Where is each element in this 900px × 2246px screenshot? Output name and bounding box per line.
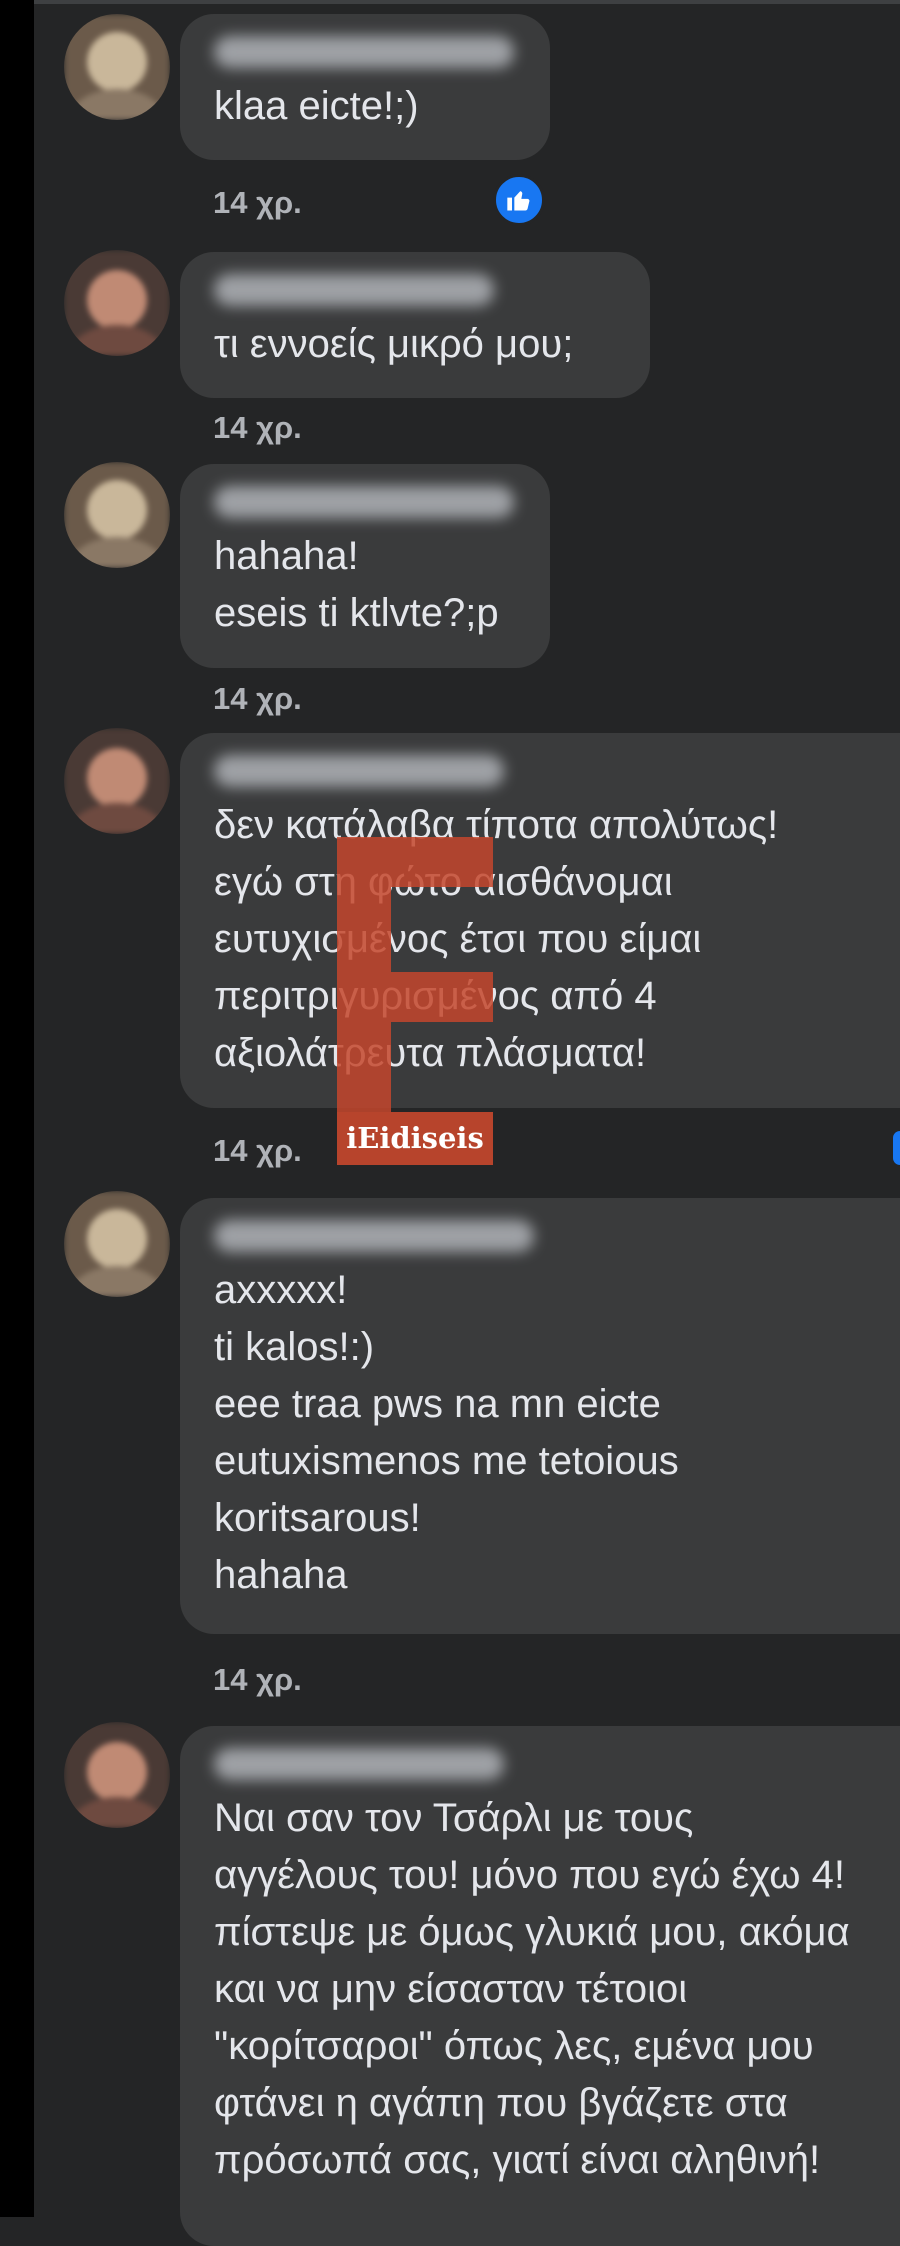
left-edge-strip	[0, 0, 34, 2217]
comment-text-line: αξιολάτρευτα πλάσματα!	[214, 1031, 647, 1075]
author-name-redacted[interactable]	[214, 36, 514, 68]
watermark-logo: iEidiseis	[337, 837, 493, 1165]
comment-timestamp[interactable]: 14 χρ.	[213, 1662, 302, 1698]
top-divider	[34, 0, 900, 4]
watermark-e-top	[391, 837, 493, 887]
comment-text-line: koritsarous!	[214, 1496, 421, 1540]
comment-text-line: ευτυχισμένος έτσι που είμαι	[214, 917, 702, 961]
comment-text-line: hahaha!	[214, 534, 359, 578]
author-name-redacted[interactable]	[214, 274, 494, 306]
comment-text-line: hahaha	[214, 1553, 348, 1597]
comment-text-line: eseis ti ktlvte?;p	[214, 591, 499, 635]
comment-text-line: "κορίτσαροι" όπως λες, εμένα μου	[214, 2024, 814, 2068]
comment-text: klaa eicte!;)	[214, 84, 419, 128]
comment-text-line: πίστεψε με όμως γλυκιά μου, ακόμα	[214, 1910, 850, 1954]
author-name-redacted[interactable]	[214, 486, 514, 518]
comment-bubble: klaa eicte!;)	[180, 14, 550, 160]
watermark-e-stem	[337, 837, 391, 1112]
comment-text: τι εννοείς μικρό μου;	[214, 322, 574, 366]
commenter-avatar[interactable]	[64, 14, 170, 120]
watermark-e-middle	[391, 972, 493, 1022]
comment-timestamp[interactable]: 14 χρ.	[213, 185, 302, 221]
comment-text-line: φτάνει η αγάπη που βγάζετε στα	[214, 2081, 788, 2125]
commenter-avatar[interactable]	[64, 1191, 170, 1297]
comment-text-line: και να μην είσασταν τέτοιοι	[214, 1967, 688, 2011]
commenter-avatar[interactable]	[64, 250, 170, 356]
comment-text-line: axxxxx!	[214, 1268, 348, 1312]
comment-timestamp[interactable]: 14 χρ.	[213, 1133, 302, 1169]
comment-text-line: εγώ στη φώτο αισθάνομαι	[214, 860, 673, 904]
comment-text-line: Ναι σαν τον Τσάρλι με τους	[214, 1796, 694, 1840]
watermark-label: iEidiseis	[337, 1112, 493, 1165]
comment-bubble: axxxxx! ti kalos!:) eee traa pws na mn e…	[180, 1198, 900, 1634]
comment-timestamp[interactable]: 14 χρ.	[213, 410, 302, 446]
comment-bubble: hahaha! eseis ti ktlvte?;p	[180, 464, 550, 668]
comment-bubble: δεν κατάλαβα τίποτα απολύτως! εγώ στη φώ…	[180, 733, 900, 1108]
comment-text-line: ti kalos!:)	[214, 1325, 375, 1369]
commenter-avatar[interactable]	[64, 1722, 170, 1828]
comment-text-line: eee traa pws na mn eicte	[214, 1382, 661, 1426]
comment-text-line: πρόσωπά σας, γιατί είναι αληθινή!	[214, 2138, 821, 2182]
author-name-redacted[interactable]	[214, 755, 504, 787]
commenter-avatar[interactable]	[64, 462, 170, 568]
reaction-badge-partial[interactable]	[893, 1131, 900, 1165]
thumbs-up-icon	[507, 191, 530, 211]
comment-text-line: eutuxismenos me tetoious	[214, 1439, 679, 1483]
comment-bubble: τι εννοείς μικρό μου;	[180, 252, 650, 398]
author-name-redacted[interactable]	[214, 1220, 534, 1252]
comment-timestamp[interactable]: 14 χρ.	[213, 681, 302, 717]
author-name-redacted[interactable]	[214, 1748, 504, 1780]
like-reaction-badge[interactable]	[493, 174, 545, 226]
comment-bubble: Ναι σαν τον Τσάρλι με τους αγγέλους του!…	[180, 1726, 900, 2246]
comment-text-line: δεν κατάλαβα τίποτα απολύτως!	[214, 803, 779, 847]
commenter-avatar[interactable]	[64, 728, 170, 834]
comment-text-line: περιτριγυρισμένος από 4	[214, 974, 657, 1018]
comment-text-line: αγγέλους του! μόνο που εγώ έχω 4!	[214, 1853, 845, 1897]
